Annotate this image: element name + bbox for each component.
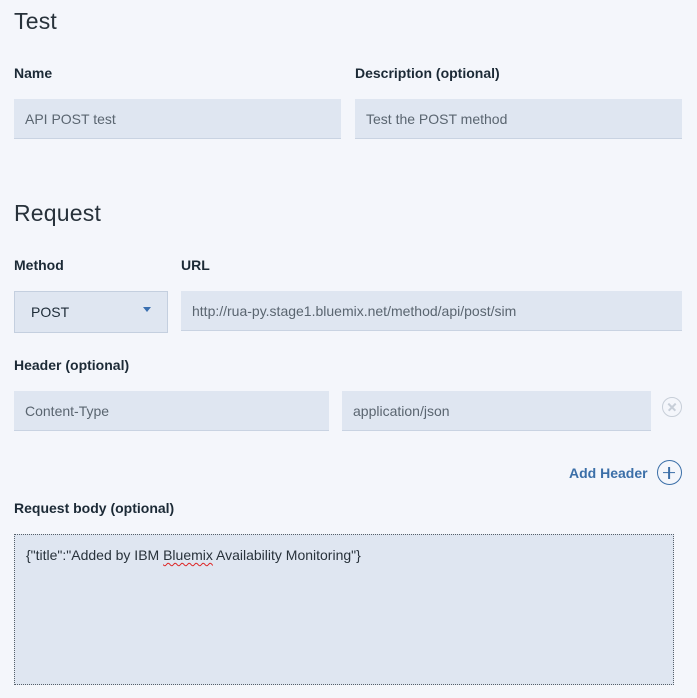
header-key-value: Content-Type bbox=[25, 402, 110, 419]
caret-down-icon bbox=[143, 307, 151, 312]
header-key-input[interactable]: Content-Type bbox=[14, 391, 329, 431]
plus-circle-icon bbox=[656, 460, 682, 485]
request-section-title: Request bbox=[14, 200, 102, 226]
url-label: URL bbox=[181, 257, 210, 273]
header-label: Header (optional) bbox=[14, 357, 130, 373]
request-body-textarea[interactable]: {"title":"Added by IBM Bluemix Availabil… bbox=[14, 534, 674, 685]
header-value-value: application/json bbox=[353, 402, 450, 419]
header-value-input[interactable]: application/json bbox=[342, 391, 651, 431]
url-input-value: http://rua-py.stage1.bluemix.net/method/… bbox=[192, 302, 517, 319]
request-body-label: Request body (optional) bbox=[14, 500, 175, 516]
description-label: Description (optional) bbox=[355, 65, 500, 81]
method-select[interactable]: POST bbox=[14, 291, 168, 333]
description-input[interactable]: Test the POST method bbox=[355, 99, 682, 139]
request-body-text-end: Availability Monitoring"} bbox=[212, 547, 361, 563]
add-header-button[interactable]: Add Header bbox=[569, 460, 682, 485]
method-label: Method bbox=[14, 257, 64, 273]
url-input[interactable]: http://rua-py.stage1.bluemix.net/method/… bbox=[181, 291, 682, 331]
name-input[interactable]: API POST test bbox=[14, 99, 341, 139]
name-label: Name bbox=[14, 65, 53, 81]
name-input-value: API POST test bbox=[25, 110, 116, 127]
add-header-label: Add Header bbox=[569, 464, 648, 481]
request-body-text-start: {"title":"Added by IBM bbox=[26, 547, 164, 563]
test-form: Test Name API POST test Description (opt… bbox=[0, 0, 697, 698]
close-circle-icon[interactable] bbox=[662, 397, 682, 417]
test-section-title: Test bbox=[14, 8, 57, 34]
method-select-value: POST bbox=[31, 304, 70, 320]
description-input-value: Test the POST method bbox=[366, 110, 508, 127]
spellcheck-word: Bluemix bbox=[163, 547, 213, 563]
